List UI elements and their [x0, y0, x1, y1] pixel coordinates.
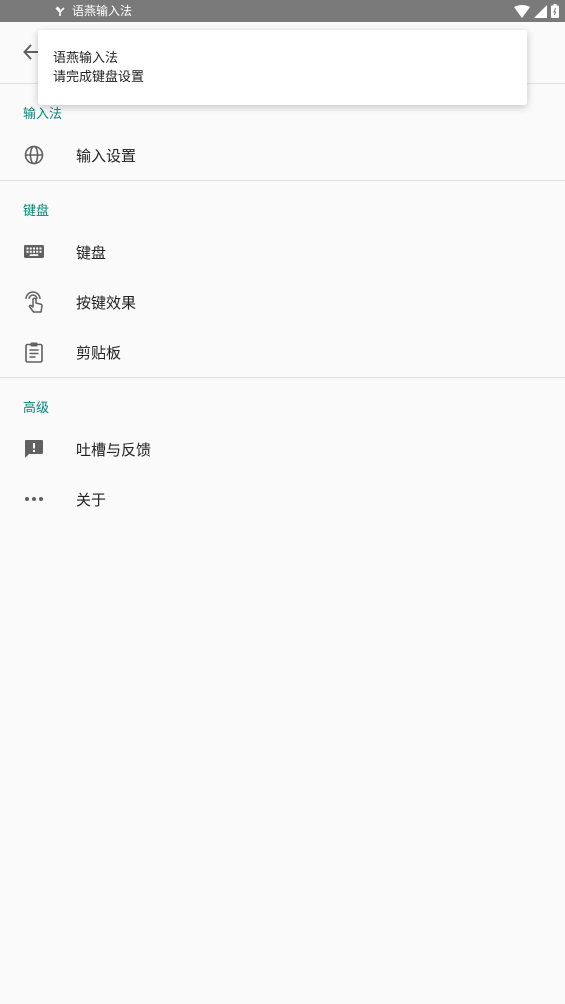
touch-icon [23, 291, 45, 313]
section-divider [0, 180, 565, 181]
pref-label-key-effects: 按键效果 [76, 293, 137, 312]
toast-message: 请完成键盘设置 [53, 70, 145, 85]
pref-label-input-settings: 输入设置 [76, 146, 137, 165]
toast-title: 语燕输入法 [53, 51, 119, 66]
app-notification-icon [54, 5, 66, 17]
pref-item-about[interactable]: 关于 [0, 474, 565, 524]
toast-notification: 语燕输入法 请完成键盘设置 [38, 30, 527, 105]
status-left: 语燕输入法 [54, 0, 132, 22]
pref-label-about: 关于 [76, 490, 107, 509]
preference-list: 输入法 输入设置 键盘 键盘 按键效果 剪贴板 高级 吐槽与反馈 关于 [0, 100, 565, 524]
status-right [514, 4, 559, 18]
globe-icon [23, 144, 45, 166]
feedback-icon [23, 438, 45, 460]
pref-item-key-effects[interactable]: 按键效果 [0, 277, 565, 327]
pref-item-feedback[interactable]: 吐槽与反馈 [0, 424, 565, 474]
section-header-keyboard: 键盘 [23, 204, 50, 219]
status-bar: 语燕输入法 [0, 0, 565, 22]
signal-icon [534, 4, 547, 18]
keyboard-icon [23, 241, 45, 263]
pref-item-clipboard[interactable]: 剪贴板 [0, 327, 565, 377]
clipboard-icon [23, 341, 45, 363]
pref-label-feedback: 吐槽与反馈 [76, 440, 152, 459]
pref-label-keyboard: 键盘 [76, 243, 107, 262]
pref-item-input-settings[interactable]: 输入设置 [0, 130, 565, 180]
pref-label-clipboard: 剪贴板 [76, 343, 122, 362]
pref-item-keyboard[interactable]: 键盘 [0, 227, 565, 277]
section-divider [0, 377, 565, 378]
wifi-icon [514, 4, 530, 18]
more-horizontal-icon [23, 488, 45, 510]
status-app-name: 语燕输入法 [72, 4, 133, 18]
section-header-advanced: 高级 [23, 401, 50, 416]
battery-icon [551, 4, 559, 18]
